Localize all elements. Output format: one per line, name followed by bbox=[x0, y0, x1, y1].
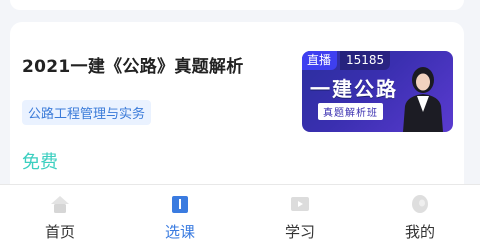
live-badge: 直播 bbox=[302, 51, 338, 70]
thumbnail-headline: 一建公路 bbox=[310, 77, 398, 101]
course-thumbnail[interactable]: 直播 15185 一建公路 真题解析班 bbox=[302, 51, 453, 132]
profile-icon bbox=[412, 195, 428, 213]
price-label: 免费 bbox=[22, 152, 58, 173]
home-icon bbox=[51, 196, 69, 213]
bottom-tab-bar: 首页 选课 学习 我的 bbox=[0, 184, 480, 245]
previous-card[interactable] bbox=[10, 0, 464, 10]
view-count: 15185 bbox=[340, 51, 391, 70]
teacher-portrait bbox=[403, 67, 443, 132]
tab-study-label: 学习 bbox=[284, 223, 315, 241]
tab-home[interactable]: 首页 bbox=[0, 185, 120, 245]
book-icon bbox=[172, 196, 188, 213]
subject-tag: 公路工程管理与实务 bbox=[22, 100, 152, 125]
tab-courses-label: 选课 bbox=[164, 223, 195, 241]
thumbnail-subtitle: 真题解析班 bbox=[318, 103, 383, 120]
tab-home-label: 首页 bbox=[44, 223, 75, 241]
course-card[interactable]: 2021一建《公路》真题解析 公路工程管理与实务 免费 直播 15185 一建公… bbox=[10, 22, 464, 202]
tab-profile-label: 我的 bbox=[404, 223, 435, 241]
course-title: 2021一建《公路》真题解析 bbox=[22, 57, 244, 77]
video-icon bbox=[291, 197, 309, 211]
tab-profile[interactable]: 我的 bbox=[360, 185, 480, 245]
tab-courses[interactable]: 选课 bbox=[120, 185, 240, 245]
tab-study[interactable]: 学习 bbox=[240, 185, 360, 245]
